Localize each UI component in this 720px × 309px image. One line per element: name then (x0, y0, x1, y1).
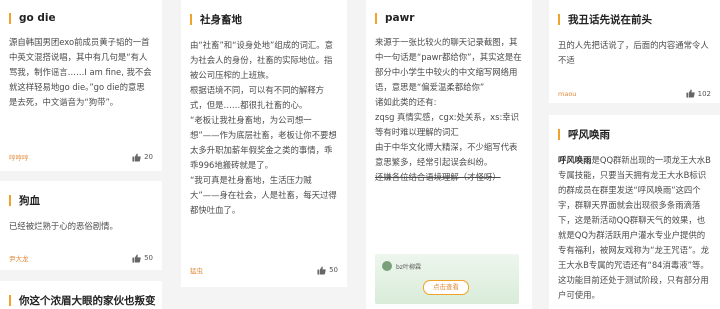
author-name[interactable]: 尹大龙 (9, 253, 29, 263)
author-name[interactable]: maou (558, 90, 576, 98)
card-paragraph: 已经被烂熟于心的恶俗剧情。 (9, 221, 118, 231)
card-footer: 哼哼哼 20 (9, 152, 153, 162)
card-chou-hua[interactable]: 我丑话先说在前头 丑的人先把话说了，后面的内容通常令人不适 maou 102 (549, 0, 720, 103)
card-title-text[interactable]: 呼风唤雨 (568, 127, 610, 142)
card-paragraph: “我可真是社身畜地，生活压力贼大”——身在社会，人是社畜，每天过得都快吐血了。 (190, 175, 337, 215)
card-paragraph: zqsg 真情实感，cgx:处关系，xs:幸识 (375, 112, 520, 122)
card-paragraph-text: “呼风唤雨”这四个字，群聊天界面就会出现很多条雨滴落下，这是新活动QQ群聊天气的… (558, 185, 710, 300)
like-count: 50 (329, 266, 338, 274)
card-title[interactable]: 呼风唤雨 (558, 127, 711, 142)
card-title-text[interactable]: pawr (385, 12, 414, 24)
accent-bar (558, 129, 560, 140)
card-paragraph: 由于中华文化博大精深，不少缩写代表意思繁多，经常引起误会纠纷。 (375, 142, 518, 167)
accent-bar (9, 295, 11, 306)
card-body: 由“社畜”和“设身处地”组成的词汇。意为社会人的身份，社畜的实际地位。指被公司压… (190, 38, 338, 218)
card-body: 已经被烂熟于心的恶俗剧情。 (9, 219, 153, 234)
preview-username: bz叶柳霖 (396, 264, 421, 271)
card-title-text[interactable]: 社身畜地 (200, 12, 242, 27)
card-hu-feng-huan-yu[interactable]: 呼风唤雨 呼风唤雨是QQ群新出现的一项龙王大水B专属技能，只要当天拥有龙王大水B… (549, 115, 720, 309)
card-gou-xue[interactable]: 狗血 已经被烂熟于心的恶俗剧情。 尹大龙 50 (0, 181, 162, 270)
card-footer: maou 102 (558, 89, 711, 98)
lead-term: 呼风唤雨 (558, 155, 592, 165)
card-paragraph: 呼风唤雨是QQ群新出现的一项龙王大水B专属技能，只要当天拥有龙王大水B标识的群成… (558, 153, 711, 303)
card-nong-mei[interactable]: 你这个浓眉大眼的家伙也叛变 (0, 281, 162, 309)
thumbs-up-icon (686, 89, 695, 98)
author-name[interactable]: 猛虫 (190, 265, 203, 275)
thumbs-up-icon (132, 254, 141, 263)
card-paragraph: 源自韩国男团exo前成员黄子韬的一首中英文混搭说唱，其中有几句是“有人骂我，制作… (9, 37, 152, 107)
thumbs-up-icon (132, 153, 141, 162)
card-title[interactable]: 社身畜地 (190, 12, 338, 27)
card-body: 呼风唤雨是QQ群新出现的一项龙王大水B专属技能，只要当天拥有龙王大水B标识的群成… (558, 153, 711, 303)
card-title[interactable]: 狗血 (9, 193, 153, 208)
view-button[interactable]: 点击查看 (423, 280, 469, 295)
card-paragraph: 丑的人先把话说了，后面的内容通常令人不适 (558, 40, 709, 65)
thumbs-up-icon (317, 266, 326, 275)
card-paragraph: “老板让我社身畜地，为公司想一想”——作为底层社畜，老板让你不要想太多升职加薪年… (190, 115, 337, 170)
like-button[interactable]: 50 (317, 266, 338, 275)
accent-bar (9, 195, 11, 206)
avatar (382, 261, 392, 271)
like-count: 102 (697, 89, 711, 98)
author-name[interactable]: 哼哼哼 (9, 152, 29, 162)
accent-bar (190, 14, 192, 25)
accent-bar (9, 12, 11, 24)
card-paragraph: 等有时难以理解的词汇 (375, 127, 459, 137)
card-body: 源自韩国男团exo前成员黄子韬的一首中英文混搭说唱，其中有几句是“有人骂我，制作… (9, 35, 153, 110)
card-paragraph: 由“社畜”和“设身处地”组成的词汇。意为社会人的身份，社畜的实际地位。指被公司压… (190, 40, 333, 80)
card-title[interactable]: pawr (375, 12, 523, 24)
like-button[interactable]: 20 (132, 153, 153, 162)
card-paragraph: 来源于一张比较火的聊天记录截图，其中一句话是“pawr都给你”，其实这是在部分中… (375, 37, 522, 92)
card-she-shen-chu-di[interactable]: 社身畜地 由“社畜”和“设身处地”组成的词汇。意为社会人的身份，社畜的实际地位。… (181, 0, 347, 287)
card-go-die[interactable]: go die 源自韩国男团exo前成员黄子韬的一首中英文混搭说唱，其中有几句是“… (0, 0, 162, 171)
card-footer: 猛虫 50 (190, 265, 338, 275)
card-title-text[interactable]: 狗血 (19, 193, 40, 208)
card-title-text[interactable]: 你这个浓眉大眼的家伙也叛变 (19, 293, 156, 308)
card-title[interactable]: 你这个浓眉大眼的家伙也叛变 (9, 293, 156, 308)
card-body: 丑的人先把话说了，后面的内容通常令人不适 (558, 38, 711, 68)
accent-bar (375, 12, 377, 24)
card-paragraph: 根据语境不同，可以有不同的解释方式，但是……都很扎社畜的心。 (190, 85, 324, 110)
card-pawr[interactable]: pawr 来源于一张比较火的聊天记录截图，其中一句话是“pawr都给你”，其实这… (366, 0, 532, 309)
like-count: 50 (144, 254, 153, 262)
card-body: 来源于一张比较火的聊天记录截图，其中一句话是“pawr都给你”，其实这是在部分中… (375, 35, 523, 185)
card-title[interactable]: 我丑话先说在前头 (558, 12, 711, 27)
card-title[interactable]: go die (9, 12, 153, 24)
accent-bar (558, 14, 560, 25)
like-button[interactable]: 102 (686, 89, 711, 98)
like-button[interactable]: 50 (132, 254, 153, 263)
strikethrough-note: 还嫌各位结合语境理解（才怪呀） (375, 172, 501, 182)
card-title-text[interactable]: go die (19, 12, 56, 24)
card-footer: 尹大龙 50 (9, 253, 153, 263)
image-preview[interactable]: bz叶柳霖 点击查看 (375, 254, 519, 304)
card-paragraph: 诸如此类的还有: (375, 97, 437, 107)
like-count: 20 (144, 153, 153, 161)
card-title-text[interactable]: 我丑话先说在前头 (568, 12, 652, 27)
